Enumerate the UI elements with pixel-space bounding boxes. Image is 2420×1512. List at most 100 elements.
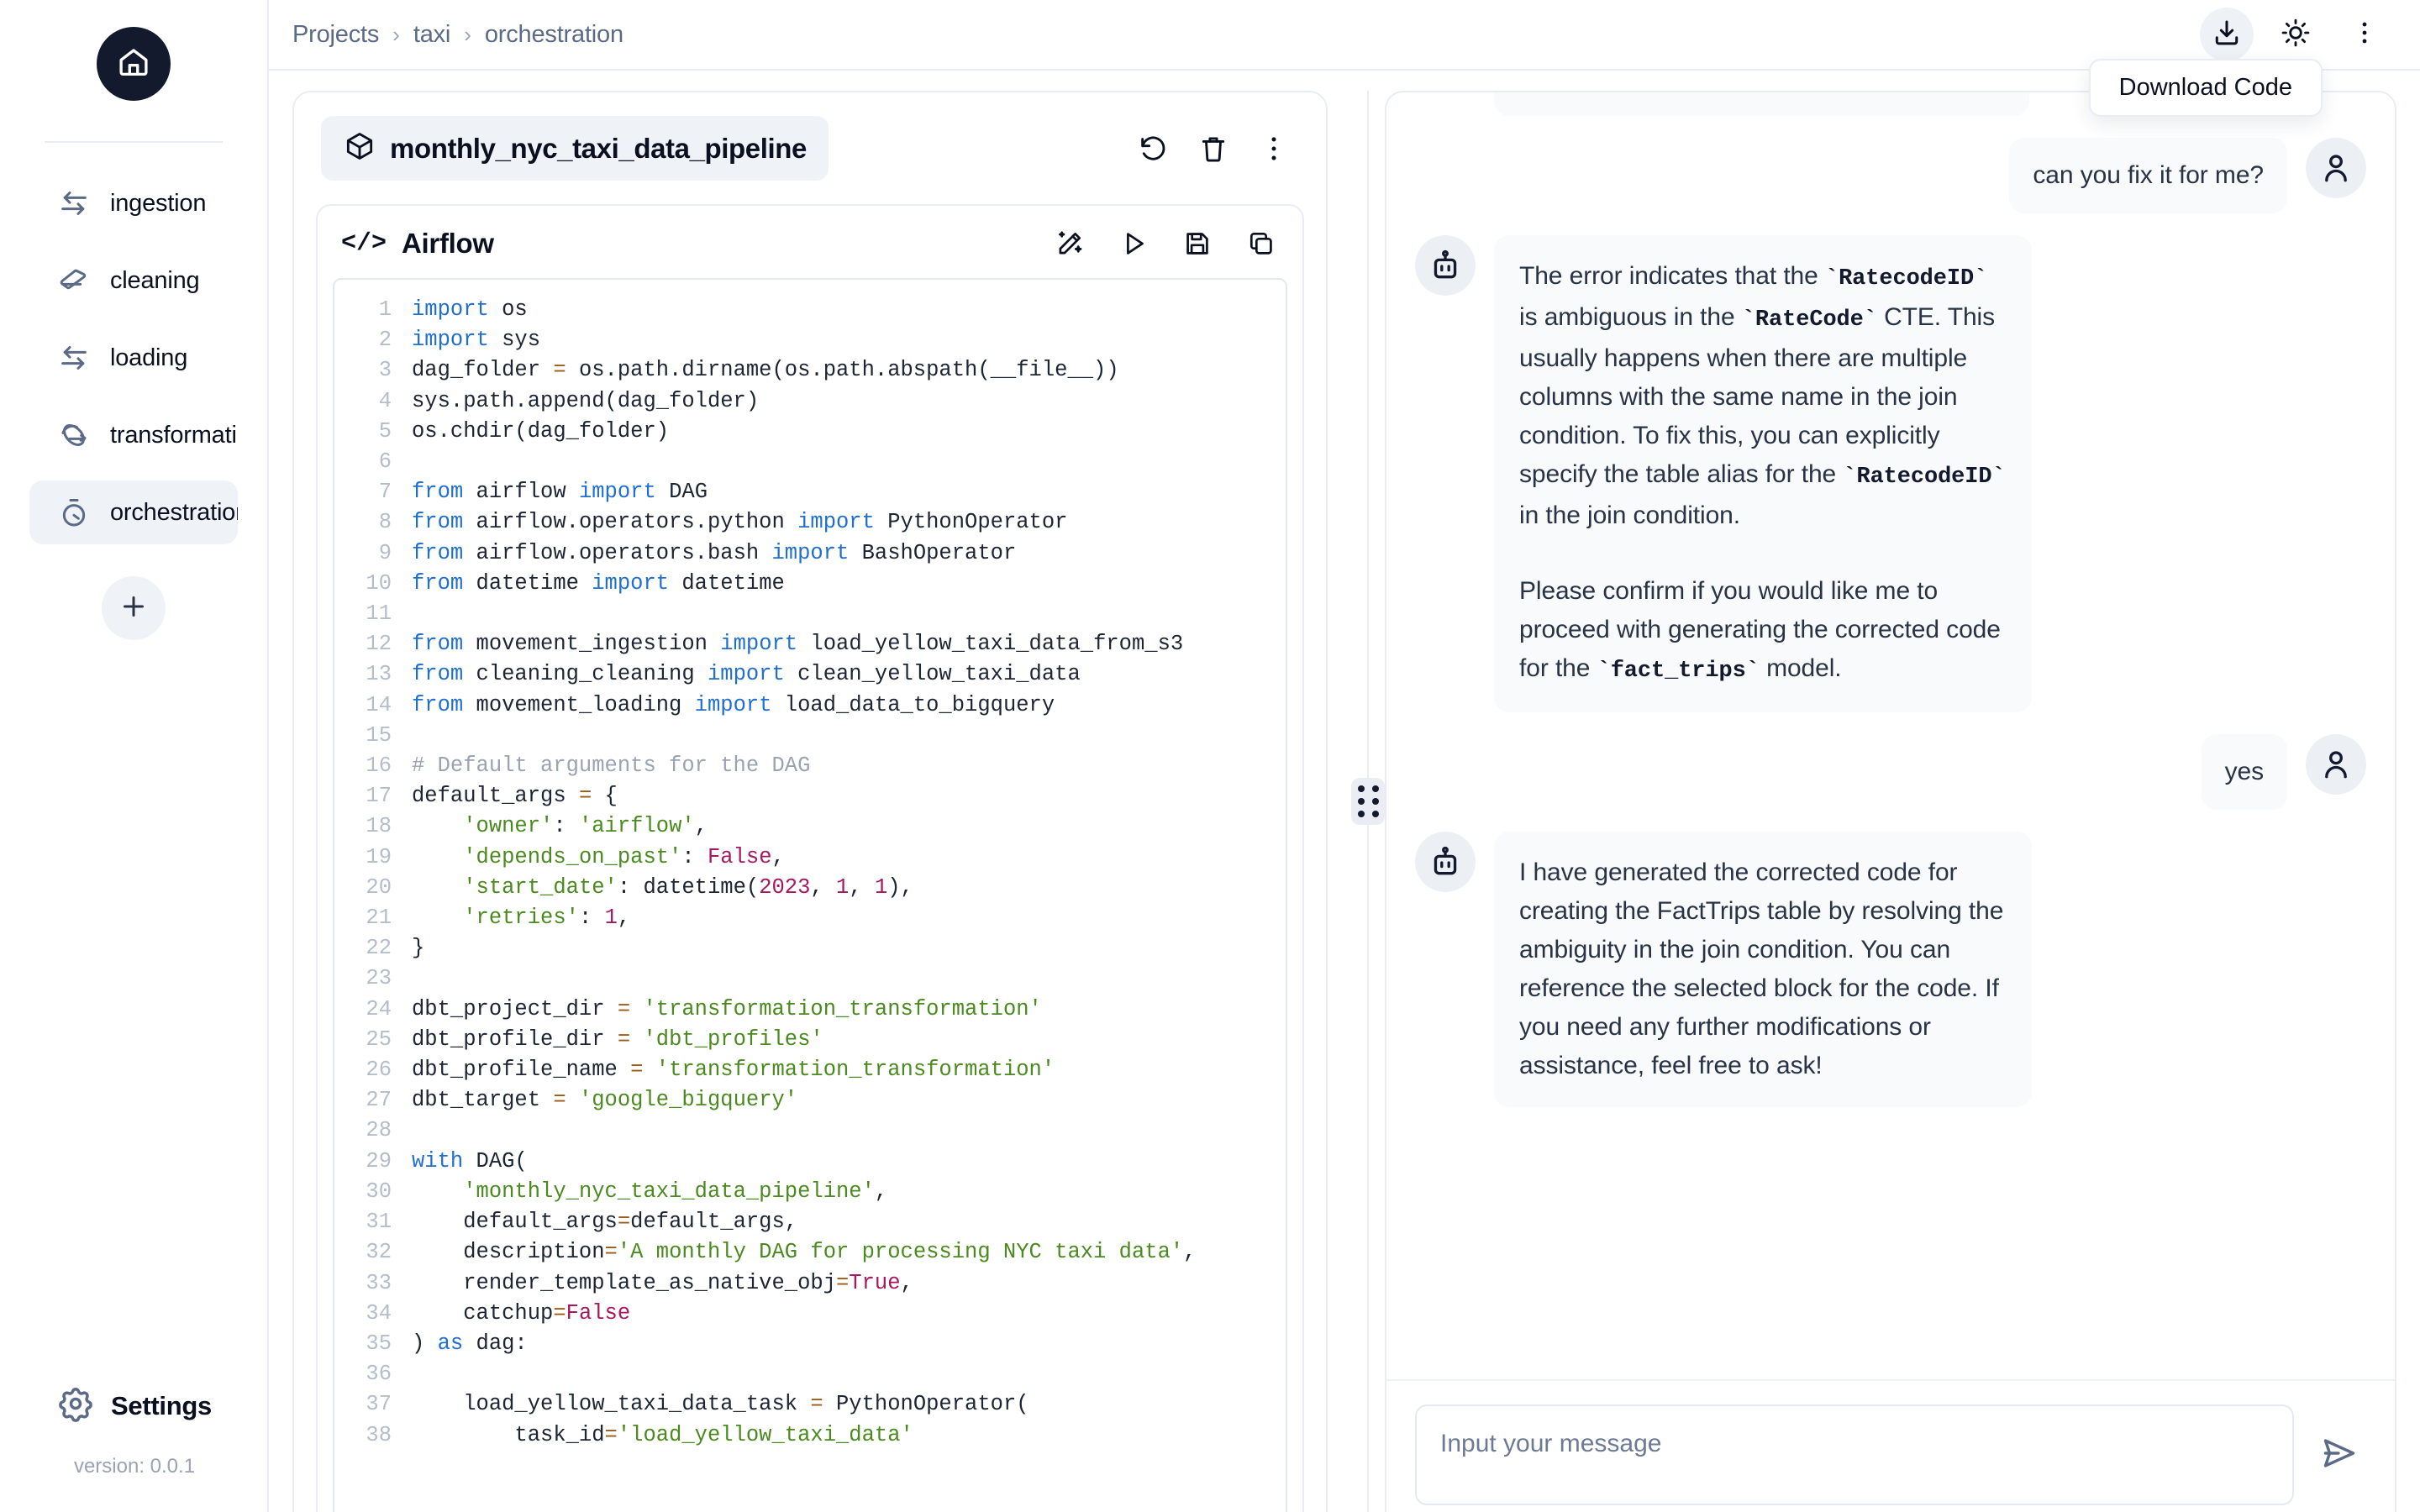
download-code-tooltip: Download Code: [2088, 59, 2323, 117]
add-step-button[interactable]: [102, 576, 166, 640]
save-disk-icon[interactable]: [1180, 226, 1215, 261]
code-line-number: 12: [366, 632, 392, 657]
user-avatar: [2306, 734, 2366, 795]
sidebar-item-loading[interactable]: loading: [29, 326, 238, 390]
editor-language-label: Airflow: [402, 228, 494, 259]
code-line: 26 dbt_profile_name = 'transformation_tra…: [334, 1055, 1286, 1085]
code-line-number: 6: [378, 449, 392, 475]
chat-input-row: [1386, 1379, 2395, 1512]
code-line: 37 load_yellow_taxi_data_task = PythonOp…: [334, 1389, 1286, 1420]
code-line: 1 import os: [334, 295, 1286, 325]
theme-toggle-button[interactable]: [2269, 8, 2323, 61]
code-line-text: from airflow.operators.bash import BashO…: [412, 540, 1017, 565]
code-line-number: 24: [366, 996, 392, 1021]
magic-wand-icon[interactable]: [1052, 226, 1087, 261]
code-line-text: task_id='load_yellow_taxi_data': [412, 1422, 913, 1447]
code-line-number: 9: [378, 540, 392, 565]
code-line-text: with DAG(: [412, 1148, 528, 1173]
code-line: 3 dag_folder = os.path.dirname(os.path.ab…: [334, 355, 1286, 386]
message-bubble: can you fix it for me?: [2009, 138, 2287, 213]
code-brackets-icon: </>: [341, 229, 387, 258]
kebab-menu-icon: [2350, 18, 2379, 51]
inline-code: `RatecodeID`: [1843, 465, 2006, 490]
copy-icon[interactable]: [1244, 226, 1279, 261]
code-line-text: render_template_as_native_obj=True,: [412, 1270, 913, 1295]
chat-message-input[interactable]: [1415, 1404, 2294, 1505]
code-line: 10 from datetime import datetime: [334, 569, 1286, 599]
bot-avatar: [1415, 832, 1476, 892]
code-line: 4 sys.path.append(dag_folder): [334, 386, 1286, 417]
breadcrumb-orchestration[interactable]: orchestration: [485, 21, 623, 49]
download-code-button[interactable]: [2200, 8, 2254, 61]
sidebar-item-label: ingestion: [110, 189, 207, 217]
code-line-text: ) as dag:: [412, 1331, 528, 1356]
message-bubble: I have generated the corrected code for …: [1494, 832, 2032, 1107]
code-line-number: 19: [366, 844, 392, 869]
code-line-number: 21: [366, 906, 392, 931]
editor-title: </> Airflow: [341, 228, 494, 260]
code-line-text: os.chdir(dag_folder): [412, 418, 670, 444]
sidebar-item-cleaning[interactable]: cleaning: [29, 249, 238, 312]
panel-splitter[interactable]: [1351, 91, 1385, 1512]
code-line-text: default_args = {: [412, 784, 618, 809]
eraser-icon: [56, 263, 92, 298]
plus-icon: [118, 591, 149, 626]
code-line: 16 # Default arguments for the DAG: [334, 751, 1286, 781]
more-options-button[interactable]: [2338, 8, 2391, 61]
code-line-text: 'monthly_nyc_taxi_data_pipeline',: [463, 1179, 888, 1204]
arrows-exchange-icon: [56, 186, 92, 221]
code-line: 24 dbt_project_dir = 'transformation_tran…: [334, 995, 1286, 1025]
inline-code: `RatecodeID`: [1824, 266, 1988, 291]
code-line-number: 18: [366, 814, 392, 839]
sidebar-item-ingestion[interactable]: ingestion: [29, 171, 238, 235]
kebab-menu-icon[interactable]: [1255, 130, 1292, 167]
code-line-text: from movement_loading import load_data_t…: [412, 692, 1055, 717]
home-button[interactable]: [97, 27, 171, 101]
history-icon[interactable]: [1134, 130, 1171, 167]
code-line-number: 11: [366, 601, 392, 627]
sidebar-item-label: loading: [110, 344, 188, 371]
code-line-number: 16: [366, 753, 392, 779]
cube-icon: [343, 129, 376, 167]
breadcrumb-taxi[interactable]: taxi: [413, 21, 451, 49]
code-line-text: 'owner': 'airflow',: [463, 814, 708, 839]
code-line: 31 default_args=default_args,: [334, 1207, 1286, 1237]
drag-grip-icon[interactable]: [1351, 778, 1385, 825]
settings-button[interactable]: Settings: [57, 1385, 212, 1426]
gear-icon: [57, 1385, 94, 1426]
message-paragraph: yes: [2224, 758, 2264, 785]
send-message-button[interactable]: [2312, 1428, 2366, 1482]
pipeline-card: monthly_nyc_taxi_data_pipeline </> Airfl…: [292, 91, 1328, 1512]
code-line: 15: [334, 721, 1286, 751]
code-line-number: 1: [378, 297, 392, 322]
sidebar-item-orchestration[interactable]: orchestration: [29, 480, 238, 544]
stopwatch-icon: [56, 495, 92, 530]
code-line: 27 dbt_target = 'google_bigquery': [334, 1085, 1286, 1116]
code-line-number: 31: [366, 1210, 392, 1235]
breadcrumb-projects[interactable]: Projects: [292, 21, 379, 49]
code-line-number: 38: [366, 1422, 392, 1447]
user-avatar: [2306, 138, 2366, 198]
run-play-icon[interactable]: [1116, 226, 1151, 261]
code-line-text: from datetime import datetime: [412, 570, 785, 596]
sidebar-item-transformation[interactable]: transformation: [29, 403, 238, 467]
chat-messages[interactable]: modifications or assistance, feel free t…: [1386, 92, 2395, 1379]
code-line: 12 from movement_ingestion import load_ye…: [334, 629, 1286, 659]
pipeline-name-chip[interactable]: monthly_nyc_taxi_data_pipeline: [321, 116, 829, 181]
code-line: 2 import sys: [334, 325, 1286, 355]
code-line: 6: [334, 447, 1286, 477]
user-message: can you fix it for me?: [1415, 138, 2366, 213]
code-line: 29 with DAG(: [334, 1147, 1286, 1177]
pipeline-header: monthly_nyc_taxi_data_pipeline: [294, 92, 1326, 192]
code-line-number: 35: [366, 1331, 392, 1356]
trash-icon[interactable]: [1195, 130, 1232, 167]
code-scroll-area[interactable]: 1 import os 2 import sys 3 dag_folder = os.pa…: [333, 278, 1287, 1512]
topbar-actions: [2200, 8, 2391, 61]
code-line-text: from airflow import DAG: [412, 480, 708, 505]
sidebar-divider: [45, 141, 223, 143]
code-panel-wrap: monthly_nyc_taxi_data_pipeline </> Airfl…: [269, 91, 1351, 1512]
code-line-number: 5: [378, 418, 392, 444]
code-line: 19 'depends_on_past': False,: [334, 843, 1286, 873]
code-line-text: import sys: [412, 328, 541, 353]
code-line-number: 27: [366, 1088, 392, 1113]
